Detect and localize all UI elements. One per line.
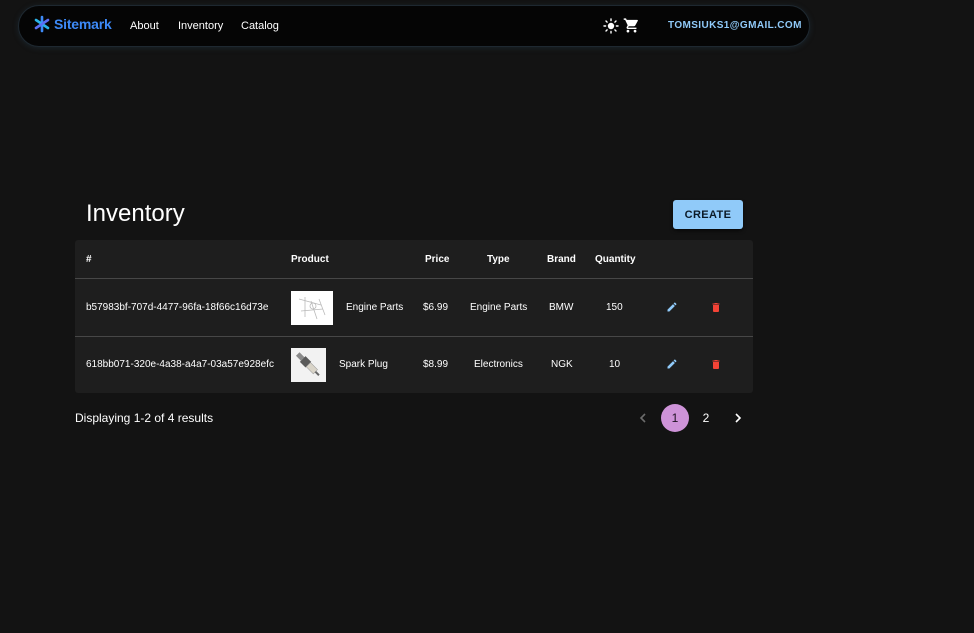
spark-plug-image (291, 348, 326, 382)
row-type: Electronics (474, 359, 523, 370)
column-header-price: Price (425, 254, 450, 265)
inventory-table: # Product Price Type Brand Quantity b579… (75, 240, 753, 393)
column-header-type: Type (487, 254, 510, 265)
top-navbar: Sitemark About Inventory Catalog TOMSIUK… (18, 5, 810, 47)
row-product: Engine Parts (346, 302, 404, 313)
brand-name: Sitemark (54, 16, 112, 32)
pagination-page-1[interactable]: 1 (661, 404, 689, 432)
user-email-button[interactable]: TOMSIUKS1@GMAIL.COM (668, 20, 802, 31)
chevron-right-icon (735, 413, 742, 423)
brand-logo[interactable]: Sitemark (33, 15, 112, 33)
page-title: Inventory (86, 200, 185, 227)
nav-link-about[interactable]: About (130, 20, 159, 32)
row-quantity: 10 (609, 359, 621, 370)
column-header-quantity: Quantity (595, 254, 636, 265)
pagination-next-button[interactable] (724, 404, 752, 432)
row-type: Engine Parts (470, 302, 528, 313)
engine-parts-image (298, 297, 326, 320)
row-price: $6.99 (423, 302, 449, 313)
product-thumbnail (291, 291, 333, 325)
product-thumbnail (291, 348, 326, 382)
row-id: 618bb071-320e-4a38-a4a7-03a57e928efc (86, 359, 274, 370)
row-product: Spark Plug (339, 359, 388, 370)
nav-link-inventory[interactable]: Inventory (178, 20, 223, 32)
row-price: $8.99 (423, 359, 449, 370)
delete-icon[interactable] (710, 358, 722, 371)
sun-icon[interactable] (603, 18, 619, 34)
row-id: b57983bf-707d-4477-96fa-18f66c16d73e (86, 302, 269, 313)
delete-icon[interactable] (710, 301, 722, 314)
pagination-page-2[interactable]: 2 (692, 404, 720, 432)
row-brand: BMW (549, 302, 574, 313)
column-header-brand: Brand (547, 254, 576, 265)
column-header-id: # (86, 254, 92, 265)
column-header-product: Product (291, 254, 329, 265)
results-summary: Displaying 1-2 of 4 results (75, 411, 214, 425)
create-button[interactable]: CREATE (673, 200, 743, 229)
edit-icon[interactable] (666, 301, 678, 313)
edit-icon[interactable] (666, 358, 678, 370)
sitemark-logo-icon (34, 15, 50, 33)
table-header: # Product Price Type Brand Quantity (75, 240, 753, 279)
table-row: 618bb071-320e-4a38-a4a7-03a57e928efc Spa… (75, 337, 753, 394)
table-row: b57983bf-707d-4477-96fa-18f66c16d73e Eng… (75, 280, 753, 337)
row-quantity: 150 (606, 302, 623, 313)
nav-link-catalog[interactable]: Catalog (241, 20, 279, 32)
pagination-prev-button[interactable] (629, 404, 657, 432)
chevron-left-icon (639, 413, 646, 423)
row-brand: NGK (551, 359, 573, 370)
cart-icon[interactable] (623, 17, 640, 34)
